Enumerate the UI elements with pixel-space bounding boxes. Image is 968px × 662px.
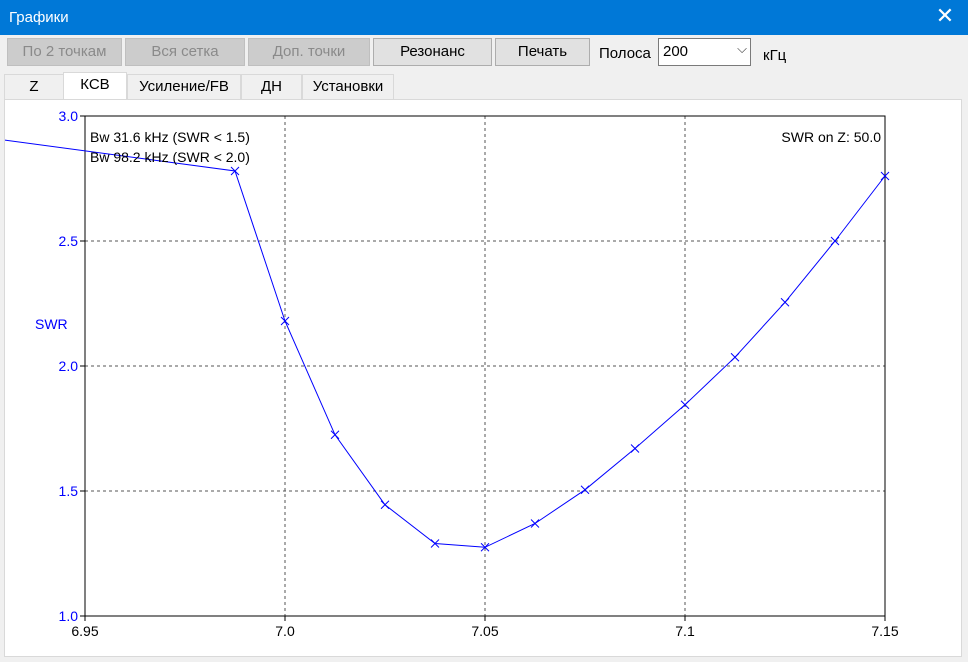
band-select-value: 200: [663, 43, 689, 60]
tab-z[interactable]: Z: [4, 74, 64, 99]
y-axis-label: SWR: [35, 316, 68, 332]
x-tick-label: 7.0: [275, 623, 295, 639]
x-tick-label: 7.05: [471, 623, 498, 639]
print-button[interactable]: Печать: [495, 38, 590, 66]
x-tick-label: 7.15: [871, 623, 898, 639]
data-point-marker: [580, 485, 590, 495]
data-point-marker: [730, 352, 740, 362]
band-select[interactable]: 200 ⌵: [658, 38, 751, 66]
band-unit-label: кГц: [763, 47, 787, 64]
swr-series-line: [0, 138, 886, 548]
data-point-marker: [380, 500, 390, 510]
y-tick-label: 1.5: [59, 483, 79, 499]
window-title: Графики: [9, 9, 69, 26]
swr-chart: 6.95 7.0 7.05 7.1 7.15 1.0 1.5 2.0 2.5 3.0 SWR Bw…: [0, 108, 899, 639]
y-tick-label: 1.0: [59, 608, 79, 624]
y-tick-label: 2.0: [59, 358, 79, 374]
x-tick-label: 6.95: [71, 623, 98, 639]
resonance-button[interactable]: Резонанс: [373, 38, 492, 66]
data-point-marker: [780, 297, 790, 307]
toolbar: По 2 точкам Вся сетка Доп. точки Резонан…: [0, 36, 968, 70]
close-icon[interactable]: ✕: [922, 0, 968, 35]
chart-panel: 6.95 7.0 7.05 7.1 7.15 1.0 1.5 2.0 2.5 3.0 SWR Bw…: [0, 99, 962, 657]
y-tick-label: 3.0: [59, 108, 79, 124]
all-grid-button[interactable]: Вся сетка: [125, 38, 245, 66]
tab-pattern[interactable]: ДН: [241, 74, 302, 99]
extra-points-button[interactable]: Доп. точки: [248, 38, 370, 66]
data-point-marker: [280, 316, 290, 326]
tab-gain-fb[interactable]: Усиление/FB: [127, 74, 241, 99]
bandwidth-line-1: Bw 31.6 kHz (SWR < 1.5): [90, 129, 250, 145]
y-tick-label: 2.5: [59, 233, 79, 249]
bandwidth-line-2: Bw 98.2 kHz (SWR < 2.0): [90, 149, 250, 165]
data-point-marker: [630, 444, 640, 453]
tab-bar: Z КСВ Усиление/FB ДН Установки: [0, 72, 968, 100]
x-tick-label: 7.1: [675, 623, 695, 639]
tab-settings[interactable]: Установки: [302, 74, 394, 99]
title-bar[interactable]: Графики ✕: [0, 0, 968, 35]
two-points-button[interactable]: По 2 точкам: [7, 38, 122, 66]
swr-on-z-label: SWR on Z: 50.0: [781, 129, 881, 145]
tab-swr[interactable]: КСВ: [63, 72, 127, 100]
graphs-window: Графики ✕ По 2 точкам Вся сетка Доп. точ…: [0, 0, 968, 662]
data-point-marker: [530, 519, 540, 528]
data-point-marker: [330, 430, 340, 440]
chart-grid: [85, 116, 885, 616]
band-label: Полоса: [599, 45, 651, 62]
data-point-marker: [680, 400, 690, 410]
chevron-down-icon: ⌵: [737, 42, 747, 57]
